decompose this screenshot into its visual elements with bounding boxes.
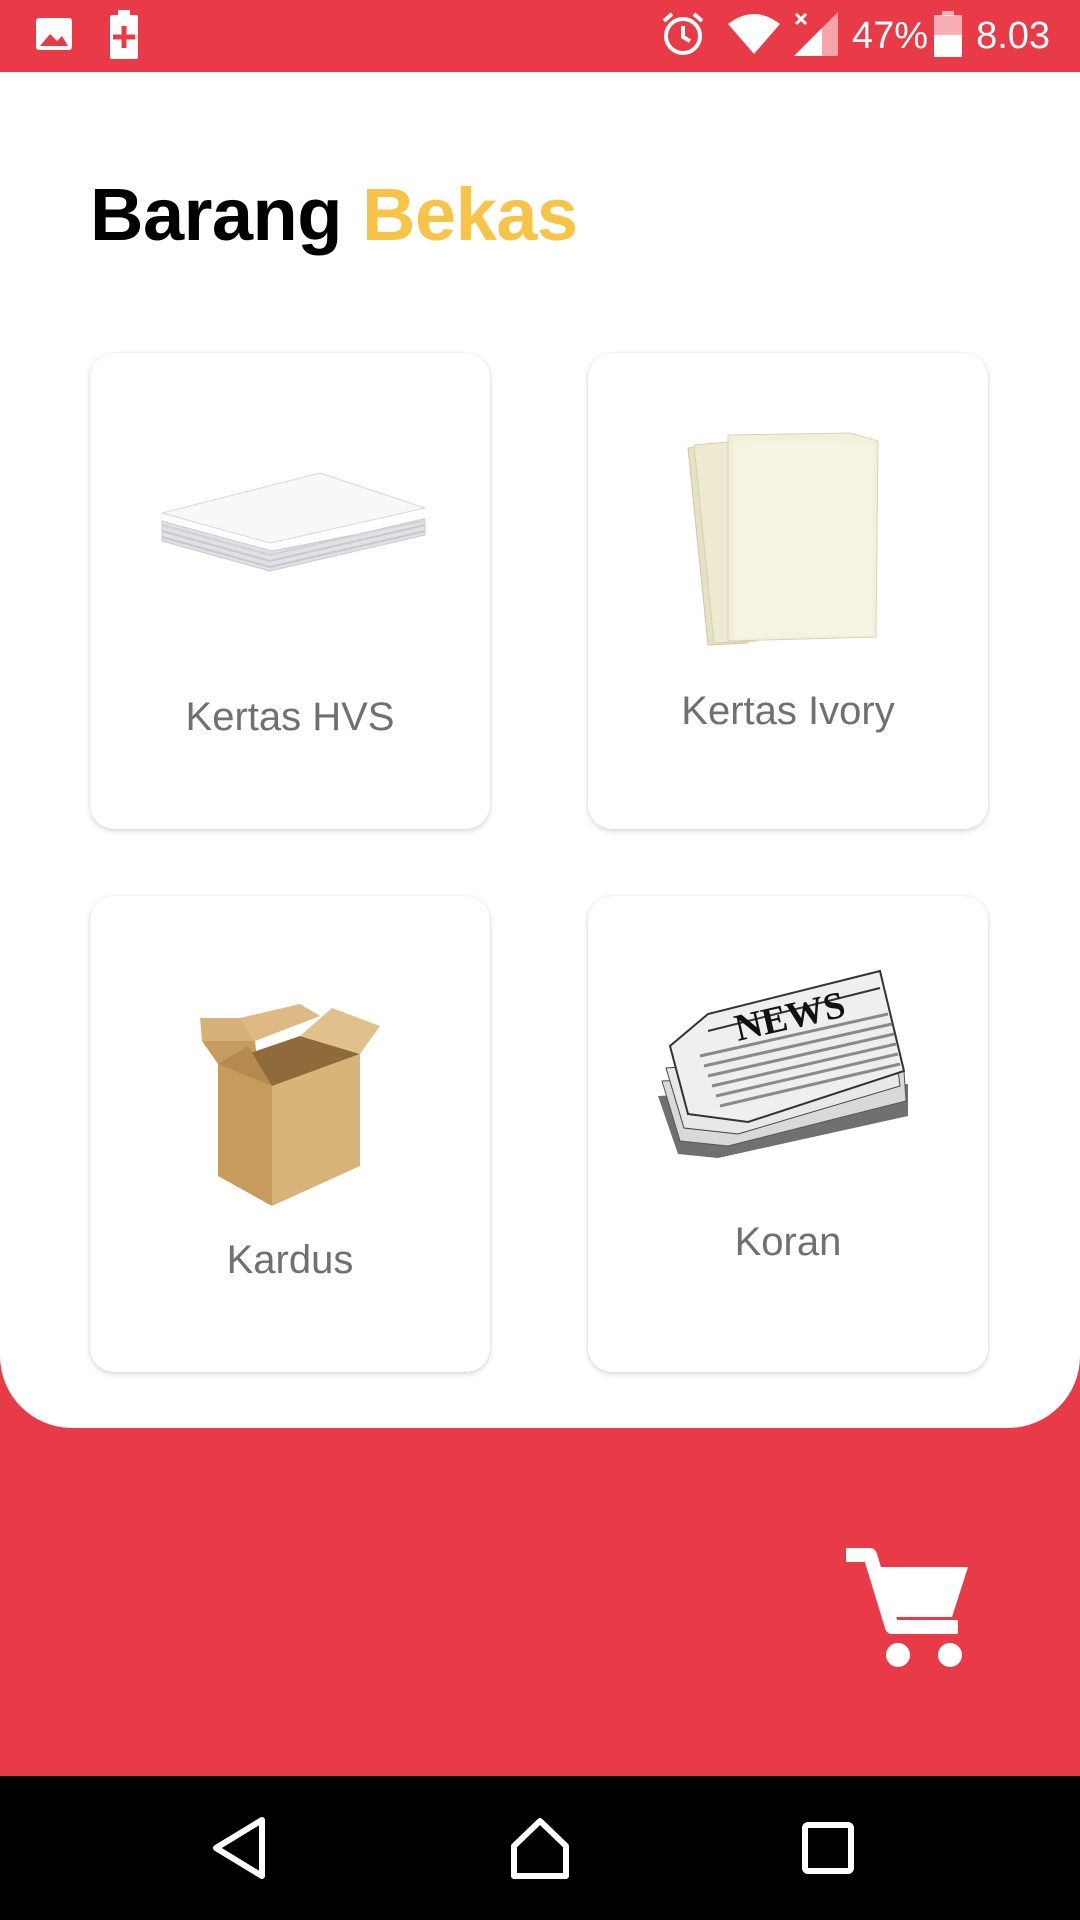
battery-percent: 47%	[852, 14, 929, 57]
paper-stack-icon	[90, 353, 490, 673]
card-koran[interactable]: NEWS Koran	[588, 896, 988, 1372]
back-button[interactable]	[190, 1776, 290, 1920]
card-kertas-hvs[interactable]: Kertas HVS	[90, 353, 490, 829]
home-icon	[511, 1818, 569, 1879]
card-label: Kardus	[226, 1238, 354, 1282]
battery-saver-icon	[108, 10, 140, 65]
back-icon	[213, 1817, 265, 1879]
cardboard-box-icon	[90, 896, 490, 1216]
home-button[interactable]	[490, 1776, 590, 1920]
title-word-barang: Barang	[90, 173, 342, 256]
battery-icon	[934, 10, 963, 62]
alarm-icon	[660, 11, 706, 62]
ivory-paper-icon	[588, 353, 988, 673]
recents-button[interactable]	[778, 1776, 878, 1920]
clock: 8.03	[976, 14, 1051, 57]
image-icon	[34, 14, 74, 59]
card-kertas-ivory[interactable]: Kertas Ivory	[588, 353, 988, 829]
card-label: Kertas Ivory	[681, 689, 895, 733]
title-word-bekas: Bekas	[362, 173, 578, 256]
cart-button[interactable]	[840, 1545, 974, 1675]
newspaper-icon: NEWS	[588, 896, 988, 1216]
content-sheet: Barang Bekas Kertas HVS Kertas Ivory Kar…	[0, 72, 1080, 1428]
card-kardus[interactable]: Kardus	[90, 896, 490, 1372]
recents-icon	[802, 1822, 854, 1874]
page-title: Barang Bekas	[90, 172, 578, 257]
signal-icon	[794, 11, 838, 61]
navigation-bar	[0, 1776, 1080, 1920]
wifi-icon	[728, 12, 780, 61]
card-label: Koran	[734, 1220, 842, 1264]
card-label: Kertas HVS	[185, 695, 395, 739]
status-bar: 47% 8.03	[0, 0, 1080, 72]
cart-icon	[846, 1548, 968, 1667]
